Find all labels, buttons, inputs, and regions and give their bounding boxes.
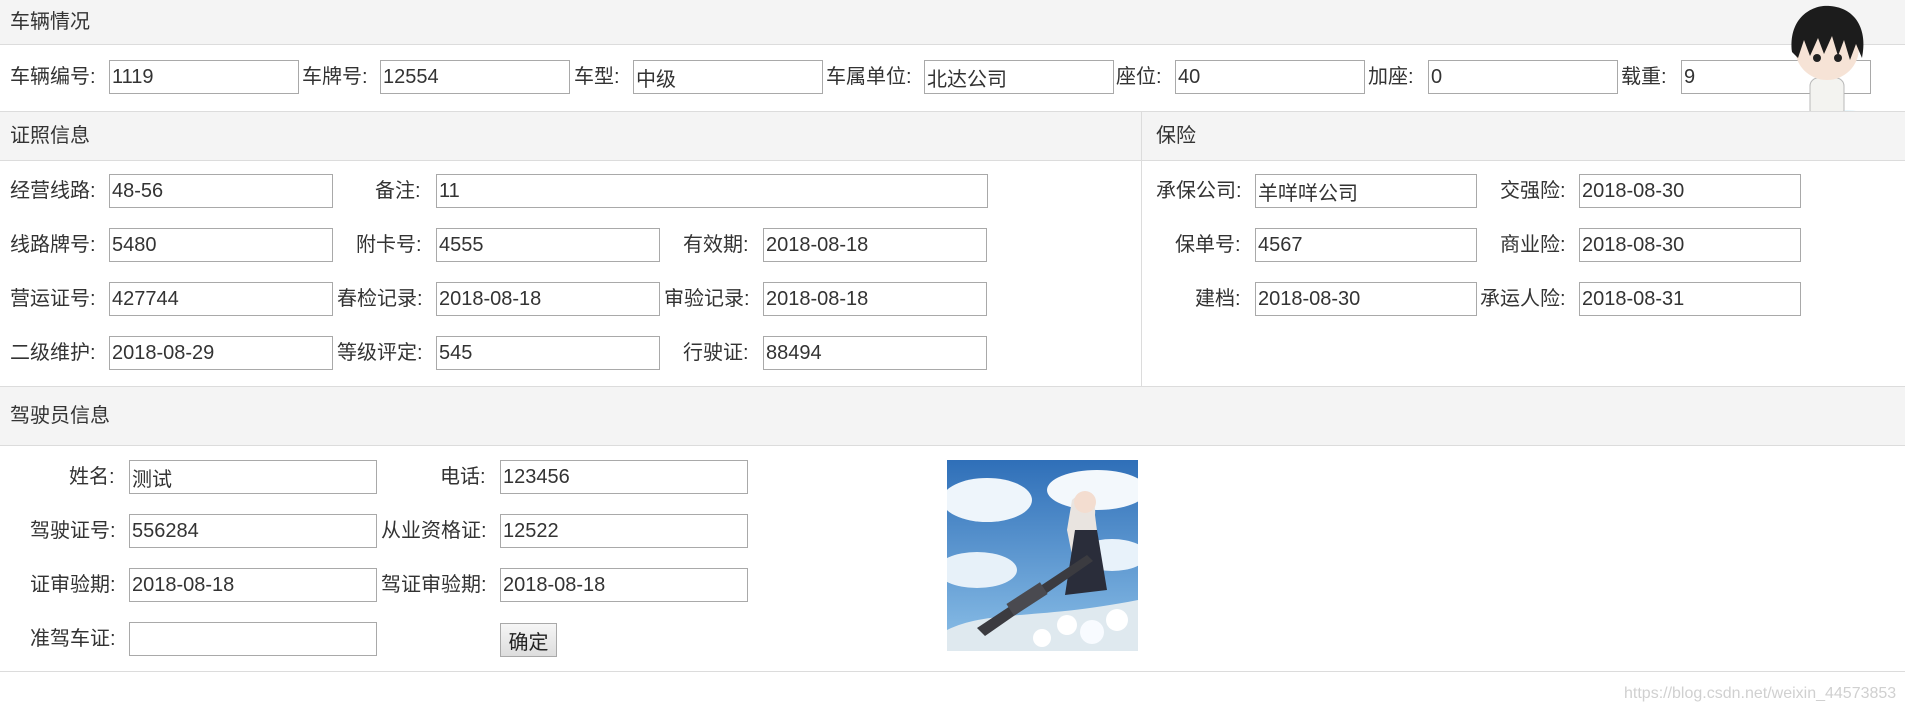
commercial-insurance-label: 商业险:	[1500, 234, 1566, 256]
vehicle-section-header: 车辆情况	[0, 0, 1905, 45]
operating-permit-label: 营运证号:	[10, 288, 96, 310]
vehicle-number-label: 车辆编号:	[10, 66, 96, 88]
confirm-button[interactable]: 确定	[500, 623, 557, 657]
plate-number-label: 车牌号:	[302, 66, 368, 88]
driving-license-input[interactable]	[763, 336, 987, 370]
spring-inspection-label: 春检记录:	[337, 288, 423, 310]
policy-number-input[interactable]	[1255, 228, 1477, 262]
driver-license-no-input[interactable]	[129, 514, 377, 548]
license-section-title: 证照信息	[10, 125, 90, 147]
seats-input[interactable]	[1175, 60, 1365, 94]
driver-section-header: 驾驶员信息	[0, 386, 1905, 446]
compulsory-insurance-input[interactable]	[1579, 174, 1801, 208]
permitted-vehicle-input[interactable]	[129, 622, 377, 656]
filing-label: 建档:	[1195, 288, 1241, 310]
phone-input[interactable]	[500, 460, 748, 494]
vehicle-section-title: 车辆情况	[10, 11, 90, 33]
card-number-label: 附卡号:	[356, 234, 422, 256]
insurer-label: 承保公司:	[1156, 180, 1242, 202]
vehicle-number-input[interactable]	[109, 60, 299, 94]
carrier-insurance-label: 承运人险:	[1480, 288, 1566, 310]
owner-unit-input[interactable]	[924, 60, 1114, 94]
spring-inspection-input[interactable]	[436, 282, 660, 316]
section-divider	[1141, 111, 1142, 386]
extra-seats-input[interactable]	[1428, 60, 1618, 94]
insurance-section-title: 保险	[1156, 125, 1196, 147]
permitted-vehicle-label: 准驾车证:	[30, 628, 116, 650]
route-plate-label: 线路牌号:	[10, 234, 96, 256]
qualification-input[interactable]	[500, 514, 748, 548]
phone-label: 电话:	[440, 466, 486, 488]
grade-input[interactable]	[436, 336, 660, 370]
plate-number-input[interactable]	[380, 60, 570, 94]
validity-input[interactable]	[763, 228, 987, 262]
maintenance-input[interactable]	[109, 336, 333, 370]
remark-input[interactable]	[436, 174, 988, 208]
insurance-section-header: 保险	[1142, 111, 1905, 161]
grade-label: 等级评定:	[337, 342, 423, 364]
audit-record-label: 审验记录:	[664, 288, 750, 310]
validity-label: 有效期:	[683, 234, 749, 256]
audit-record-input[interactable]	[763, 282, 987, 316]
route-input[interactable]	[109, 174, 333, 208]
commercial-insurance-input[interactable]	[1579, 228, 1801, 262]
driver-license-no-label: 驾驶证号:	[30, 520, 116, 542]
insurer-input[interactable]	[1255, 174, 1477, 208]
form-bottom-divider	[0, 671, 1905, 672]
policy-number-label: 保单号:	[1175, 234, 1241, 256]
filing-input[interactable]	[1255, 282, 1477, 316]
vehicle-type-input[interactable]	[633, 60, 823, 94]
seats-label: 座位:	[1116, 66, 1162, 88]
load-label: 载重:	[1621, 66, 1667, 88]
owner-unit-label: 车属单位:	[826, 66, 912, 88]
compulsory-insurance-label: 交强险:	[1500, 180, 1566, 202]
driver-section-title: 驾驶员信息	[10, 405, 110, 427]
watermark-text: https://blog.csdn.net/weixin_44573853	[1624, 685, 1897, 702]
license-review-label: 驾证审验期:	[381, 574, 487, 596]
driver-name-label: 姓名:	[69, 466, 115, 488]
vehicle-type-label: 车型:	[574, 66, 620, 88]
maintenance-label: 二级维护:	[10, 342, 96, 364]
carrier-insurance-input[interactable]	[1579, 282, 1801, 316]
card-number-input[interactable]	[436, 228, 660, 262]
cert-review-input[interactable]	[129, 568, 377, 602]
cert-review-label: 证审验期:	[30, 574, 116, 596]
qualification-label: 从业资格证:	[381, 520, 487, 542]
remark-label: 备注:	[375, 180, 421, 202]
license-section-header: 证照信息	[0, 111, 1141, 161]
driver-name-input[interactable]	[129, 460, 377, 494]
route-label: 经营线路:	[10, 180, 96, 202]
route-plate-input[interactable]	[109, 228, 333, 262]
operating-permit-input[interactable]	[109, 282, 333, 316]
driving-license-label: 行驶证:	[683, 342, 749, 364]
extra-seats-label: 加座:	[1368, 66, 1414, 88]
license-review-input[interactable]	[500, 568, 748, 602]
driver-photo	[947, 460, 1138, 651]
